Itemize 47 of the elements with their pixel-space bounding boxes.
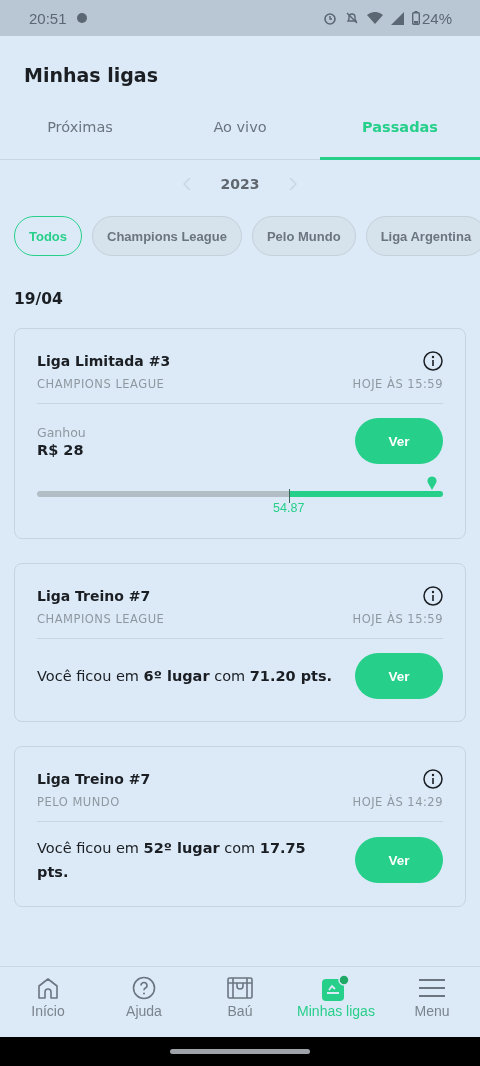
league-time: HOJE ÀS 14:29: [352, 795, 443, 809]
info-icon[interactable]: [423, 586, 443, 606]
tab[interactable]: Ao vivo: [160, 109, 320, 160]
pin-icon: [427, 476, 437, 490]
muted-bell-icon: [344, 11, 359, 25]
signal-icon: [390, 11, 404, 25]
status-time: 20:51: [29, 9, 67, 27]
league-name: CHAMPIONS LEAGUE: [37, 612, 165, 626]
league-title: Liga Treino #7: [37, 588, 151, 604]
leagues-icon: [322, 975, 350, 1001]
nav-item[interactable]: Menu: [384, 975, 480, 1037]
battery-level: 24%: [421, 9, 452, 27]
tab[interactable]: Passadas: [320, 109, 480, 160]
result-text: Você ficou em 6º lugar com 71.20 pts.: [37, 667, 333, 686]
nav-item[interactable]: Início: [0, 975, 96, 1037]
nav-item[interactable]: Baú: [192, 975, 288, 1037]
league-title: Liga Limitada #3: [37, 353, 171, 369]
league-name: CHAMPIONS LEAGUE: [37, 377, 165, 391]
chest-icon: [227, 975, 253, 1001]
view-button[interactable]: Ver: [355, 418, 443, 464]
league-time: HOJE ÀS 15:59: [352, 612, 443, 626]
result-text: Você ficou em 52º lugar com 17.75 pts.: [37, 839, 307, 882]
filter-chip[interactable]: Champions League: [92, 216, 242, 256]
page-title: Minhas ligas: [23, 63, 159, 88]
filter-chip[interactable]: Liga Argentina: [365, 216, 480, 256]
wifi-icon: [366, 12, 383, 24]
date-heading: 19/04: [13, 289, 64, 310]
filter-chip[interactable]: Todos: [14, 216, 83, 256]
view-button[interactable]: Ver: [355, 653, 443, 699]
info-icon[interactable]: [423, 351, 443, 371]
battery-icon: [411, 11, 420, 25]
filter-chip[interactable]: Pelo Mundo: [251, 216, 356, 256]
home-icon: [36, 975, 60, 1001]
prize-amount: R$ 28: [37, 441, 85, 458]
tab[interactable]: Próximas: [0, 109, 160, 160]
info-icon[interactable]: [423, 769, 443, 789]
league-name: PELO MUNDO: [37, 795, 120, 809]
league-time: HOJE ÀS 15:59: [352, 377, 443, 391]
league-title: Liga Treino #7: [37, 771, 151, 787]
result-label: Ganhou: [37, 424, 86, 440]
view-button[interactable]: Ver: [355, 837, 443, 883]
nav-item[interactable]: Minhas ligas: [288, 975, 384, 1037]
help-icon: [132, 975, 156, 1001]
alarm-icon: [322, 11, 337, 25]
score-marker: 54.87: [273, 501, 305, 515]
year-label: 2023: [220, 176, 260, 192]
nav-item[interactable]: Ajuda: [96, 975, 192, 1037]
